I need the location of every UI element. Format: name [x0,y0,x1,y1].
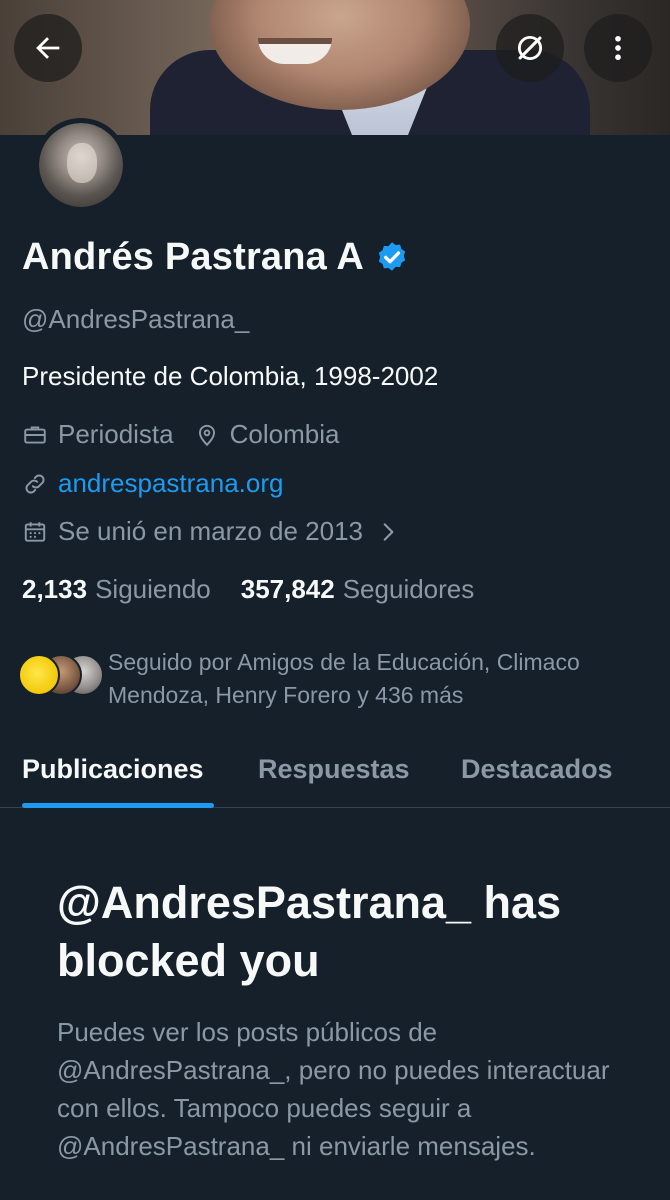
chevron-right-icon [383,522,394,541]
profile-name-row: Andrés Pastrana A [22,236,410,279]
profile-website-link[interactable]: andrespastrana.org [58,468,283,499]
following-stat[interactable]: 2,133 Siguiendo [22,574,211,605]
more-vertical-icon [615,35,621,61]
link-icon [25,474,45,493]
following-count: 2,133 [22,574,88,604]
followers-label: Seguidores [342,574,475,604]
location-item: Colombia [194,419,340,450]
verified-badge-icon[interactable] [374,240,410,276]
tab-respuestas[interactable]: Respuestas [258,754,410,785]
avatar-image [39,123,123,207]
profile-avatar[interactable] [34,118,128,212]
profile-name: Andrés Pastrana A [22,236,365,278]
calendar-icon [24,521,46,542]
profile-profession: Periodista [58,419,174,449]
follower-avatar [18,654,60,696]
tab-destacados[interactable]: Destacados [461,754,613,785]
profile-handle: @AndresPastrana_ [22,304,250,334]
arrow-left-icon [36,37,60,59]
followers-stat[interactable]: 357,842 Seguidores [241,574,475,605]
follower-avatars [18,654,104,700]
grok-button[interactable] [496,14,564,82]
followed-by-section[interactable]: Seguido por Amigos de la Educación, Clim… [18,646,648,712]
profile-location: Colombia [229,419,340,449]
profile-bio: Presidente de Colombia, 1998-2002 [22,361,439,391]
profile-meta-row: Periodista Colombia [22,419,359,450]
active-tab-indicator [22,803,214,808]
more-options-button[interactable] [584,14,652,82]
tab-publicaciones[interactable]: Publicaciones [22,754,204,785]
profile-banner[interactable] [0,0,670,135]
website-row[interactable]: andrespastrana.org [22,468,283,499]
blocked-description: Puedes ver los posts públicos de @Andres… [57,1017,610,1161]
blocked-title: @AndresPastrana_ has blocked you [57,877,562,986]
profession-item: Periodista [22,419,174,450]
followers-count: 357,842 [240,574,335,604]
profile-tabs: Publicaciones Respuestas Destacados [0,740,670,808]
joined-row[interactable]: Se unió en marzo de 2013 [22,516,401,547]
follow-stats: 2,133 Siguiendo 357,842 Seguidores [22,574,474,605]
followed-by-text: Seguido por Amigos de la Educación, Clim… [108,649,580,708]
following-label: Siguiendo [95,574,211,604]
briefcase-icon [24,425,46,444]
location-pin-icon [198,424,215,446]
back-button[interactable] [14,14,82,82]
profile-joined-date: Se unió en marzo de 2013 [58,516,363,546]
grok-icon [517,35,543,61]
